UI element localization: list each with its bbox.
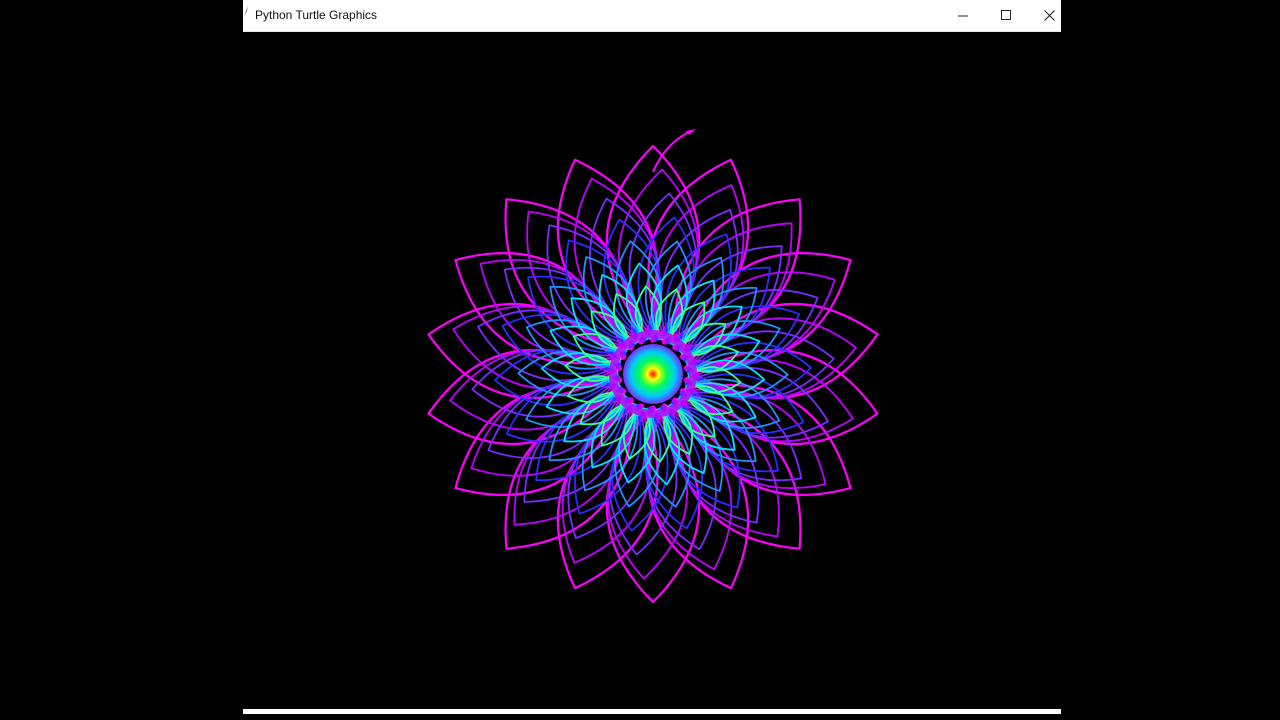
minimize-icon [958,10,969,21]
window-title: Python Turtle Graphics [255,8,378,22]
turtle-cursor [652,129,696,173]
maximize-icon [1001,10,1012,21]
flower-center [609,330,697,418]
close-button[interactable] [1028,0,1071,31]
python-feather-icon [243,4,249,16]
maximize-button[interactable] [985,0,1028,31]
minimize-button[interactable] [942,0,985,31]
close-icon [1044,10,1055,21]
title-bar[interactable]: Python Turtle Graphics [243,0,1061,32]
spirograph-drawing [427,129,879,604]
center-gradient-disc [623,344,683,404]
arrow-icon [686,129,696,135]
turtle-canvas[interactable] [243,32,1061,709]
window-bottom-border [243,709,1061,714]
turtle-window: Python Turtle Graphics [243,0,1061,714]
